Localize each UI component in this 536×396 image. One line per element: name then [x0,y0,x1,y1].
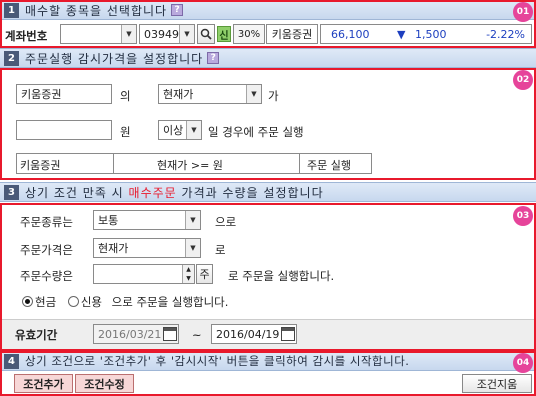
price-change: 1,500 [415,28,447,41]
title-part: 상기 조건 만족 시 [25,185,129,200]
down-arrow-icon: ▼ [397,28,406,41]
radio-checked-icon[interactable] [22,296,33,307]
edit-condition-button[interactable]: 조건수정 [75,374,134,393]
search-button[interactable] [197,24,215,44]
current-price: 66,100 [331,28,370,41]
order-price-suffix: 로 [215,243,226,257]
section2-header: 2 주문실행 감시가격을 설정합니다 ? [0,48,536,68]
search-icon [200,28,212,40]
summary-action: 주문 실행 [307,159,351,172]
start-date-input[interactable]: 2016/03/21 [93,324,179,344]
calendar-icon[interactable] [163,327,177,341]
start-date-value: 2016/03/21 [98,327,162,341]
radio-unchecked-icon[interactable] [67,296,79,307]
qty-suffix: 로 주문을 실행합니다. [228,269,335,283]
chevron-down-icon[interactable]: ▼ [179,25,194,43]
section1-badge: 01 [513,2,533,22]
payment-cash-label: 현금 [35,295,57,309]
qty-unit-button[interactable]: 주 [196,264,213,284]
order-type-select[interactable]: 보통 ▼ [93,210,201,230]
section3-header: 3 상기 조건 만족 시 매수주문 가격과 수량을 설정합니다 [0,182,536,202]
order-type-suffix: 으로 [215,215,237,229]
section2-badge: 02 [513,70,533,90]
order-type-label: 주문종류는 [20,215,73,229]
chevron-down-icon[interactable]: ▼ [185,211,200,229]
add-condition-button[interactable]: 조건추가 [14,374,73,393]
price-type-select[interactable]: 현재가 ▼ [158,84,262,104]
order-price-label: 주문가격은 [20,243,73,257]
title-highlight: 매수주문 [128,185,177,200]
date-tilde: ~ [192,328,202,342]
payment-cash-option[interactable]: 현금 [22,295,56,309]
summary-stock: 키움증권 [20,159,61,172]
stock-code-input[interactable]: 039490 ▼ [139,24,195,44]
step-number: 3 [4,184,19,200]
order-price-value: 현재가 [98,242,129,255]
summary-expression: 현재가 >= 원 [157,159,223,172]
particle-of: 의 [120,89,131,103]
delete-condition-button[interactable]: 조건지움 [462,374,532,393]
payment-suffix: 으로 주문을 실행합니다. [111,295,229,309]
payment-options: 현금 신용 으로 주문을 실행합니다. [22,294,228,310]
margin-rate: 30% [233,24,265,44]
payment-credit-option[interactable]: 신용 [67,295,102,309]
payment-credit-label: 신용 [80,295,102,309]
account-label: 계좌번호 [5,29,48,43]
price-type-value: 현재가 [163,88,194,101]
order-price-select[interactable]: 현재가 ▼ [93,238,201,258]
condition-text: 일 경우에 주문 실행 [208,125,304,139]
price-value-input[interactable] [16,120,112,140]
end-date-input[interactable]: 2016/04/19 [211,324,297,344]
order-type-value: 보통 [98,214,119,227]
section2-title: 주문실행 감시가격을 설정합니다 [25,51,204,66]
condition-summary: 키움증권 현재가 >= 원 주문 실행 [16,153,372,174]
title-part: 가격과 수량을 설정합니다 [176,185,324,200]
validity-label: 유효기간 [15,328,58,342]
end-date-value: 2016/04/19 [216,327,280,341]
help-icon[interactable]: ? [207,52,220,64]
comparison-select[interactable]: 이상 ▼ [158,120,202,140]
section3-title: 상기 조건 만족 시 매수주문 가격과 수량을 설정합니다 [25,184,324,201]
chevron-down-icon[interactable]: ▼ [246,85,261,103]
order-qty-label: 주문수량은 [20,269,73,283]
calendar-icon[interactable] [281,327,295,341]
chevron-down-icon[interactable]: ▼ [185,239,200,257]
stock-name: 키움증권 [266,24,318,44]
chevron-down-icon[interactable]: ▼ [121,25,136,43]
credit-tag: 신 [217,26,231,42]
account-select[interactable]: ▼ [60,24,137,44]
comparison-value: 이상 [163,124,184,137]
stock-input-value: 키움증권 [21,88,62,101]
particle-ga: 가 [268,89,279,103]
qty-stepper[interactable]: ▲ ▼ [182,265,194,283]
won-label: 원 [120,125,131,139]
order-qty-input[interactable]: ▲ ▼ [93,264,195,284]
section4-badge: 04 [513,353,533,373]
stock-input[interactable]: 키움증권 [16,84,112,104]
step-number: 2 [4,50,19,66]
quote-box: 66,100 ▼ 1,500 -2.22% [320,24,532,44]
chevron-down-icon[interactable]: ▼ [186,121,201,139]
change-rate: -2.22% [486,28,525,41]
section3-badge: 03 [513,206,533,226]
